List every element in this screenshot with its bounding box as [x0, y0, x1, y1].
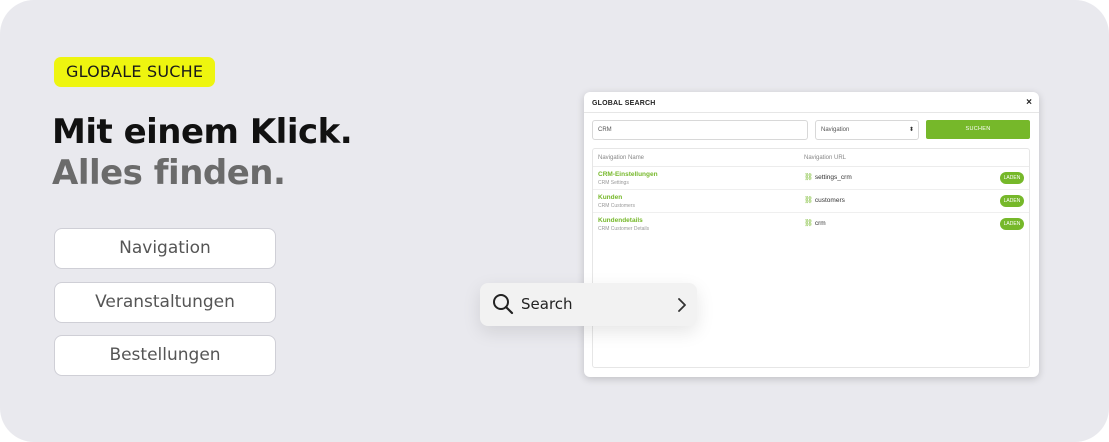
hero-banner: GLOBALE SUCHE Mit einem Klick. Alles fin…	[0, 0, 1109, 442]
row-name[interactable]: Kundendetails	[598, 217, 643, 224]
link-icon: ⛓	[804, 197, 813, 204]
headline-line-1: Mit einem Klick.	[52, 112, 353, 152]
row-url-text: settings_crm	[814, 174, 852, 181]
search-bar[interactable]: Search	[480, 283, 697, 326]
search-button[interactable]: SUCHEN	[926, 120, 1030, 139]
chevron-right-icon[interactable]	[677, 298, 687, 317]
headline: Mit einem Klick. Alles finden.	[52, 112, 353, 194]
row-name[interactable]: Kunden	[598, 194, 622, 201]
row-subtitle: CRM Customers	[598, 203, 635, 209]
results-table: Navigation Name Navigation URL CRM-Einst…	[592, 148, 1030, 368]
table-row: Kunden CRM Customers ⛓ customers LADEN	[593, 190, 1029, 213]
row-url: ⛓ settings_crm	[804, 173, 852, 181]
column-header-url: Navigation URL	[804, 155, 847, 161]
select-arrows-icon: ⬍	[908, 127, 914, 133]
search-input[interactable]: CRM	[592, 120, 808, 140]
global-search-window: GLOBAL SEARCH × CRM Navigation ⬍ SUCHEN …	[584, 92, 1039, 377]
feature-badge: GLOBALE SUCHE	[54, 57, 216, 87]
row-url: ⛓ crm	[804, 219, 826, 227]
type-select[interactable]: Navigation ⬍	[815, 120, 919, 140]
row-name[interactable]: CRM-Einstellungen	[598, 171, 658, 178]
title-divider	[584, 112, 1039, 113]
option-veranstaltungen[interactable]: Veranstaltungen	[54, 282, 276, 323]
search-bar-text: Search	[521, 295, 573, 313]
row-subtitle: CRM Customer Details	[598, 226, 650, 232]
load-button[interactable]: LADEN	[1000, 195, 1024, 207]
column-header-name: Navigation Name	[598, 155, 645, 161]
table-row: CRM-Einstellungen CRM Settings ⛓ settings…	[593, 167, 1029, 190]
option-navigation[interactable]: Navigation	[54, 228, 276, 269]
headline-line-2: Alles finden.	[52, 153, 286, 193]
row-url-text: crm	[814, 220, 826, 227]
load-button[interactable]: LADEN	[1000, 172, 1024, 184]
search-icon	[492, 293, 514, 320]
row-subtitle: CRM Settings	[598, 180, 629, 186]
row-url: ⛓ customers	[804, 196, 845, 204]
link-icon: ⛓	[804, 174, 813, 181]
window-title: GLOBAL SEARCH	[592, 100, 656, 107]
type-select-value: Navigation	[821, 127, 850, 133]
load-button[interactable]: LADEN	[1000, 218, 1024, 230]
close-icon[interactable]: ×	[1026, 97, 1032, 108]
row-url-text: customers	[814, 197, 845, 204]
link-icon: ⛓	[804, 220, 813, 227]
option-bestellungen[interactable]: Bestellungen	[54, 335, 276, 376]
table-row: Kundendetails CRM Customer Details ⛓ crm …	[593, 213, 1029, 236]
